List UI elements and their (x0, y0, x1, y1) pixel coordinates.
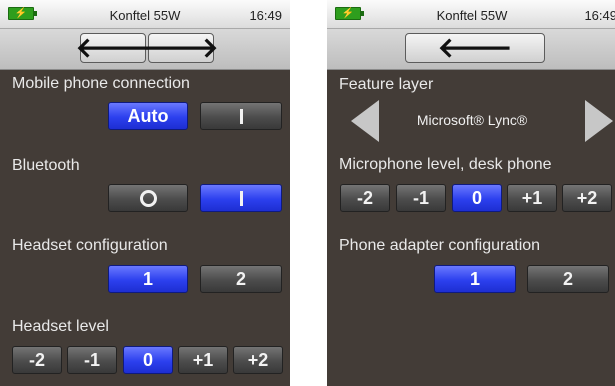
mic-level-button[interactable]: -2 (340, 184, 390, 212)
clock: 16:49 (584, 8, 615, 23)
headset-level-button-selected[interactable]: 0 (123, 346, 173, 374)
status-bar: ⚡ Konftel 55W 16:49 (0, 0, 290, 29)
device-title: Konftel 55W (436, 8, 508, 23)
mobile-on-button[interactable] (200, 102, 282, 130)
settings-screen-right: ⚡ Konftel 55W 16:49 🡐 Feature layer Micr… (327, 0, 615, 386)
nav-bar: 🡐 🡒 (0, 29, 290, 70)
bluetooth-on-button[interactable] (200, 184, 282, 212)
previous-feature-button[interactable] (351, 100, 379, 142)
adapter-config-label: Phone adapter configuration (339, 237, 541, 254)
headset-config-label: Headset configuration (12, 237, 168, 254)
adapter-config-option-2[interactable]: 2 (527, 265, 609, 293)
back-button[interactable]: 🡐 (75, 33, 151, 63)
next-feature-button[interactable] (585, 100, 613, 142)
nav-bar: 🡐 (327, 29, 615, 70)
mic-level-label: Microphone level, desk phone (339, 156, 552, 173)
headset-config-option-2[interactable]: 2 (200, 265, 282, 293)
headset-level-button[interactable]: +2 (233, 346, 283, 374)
off-circle-icon (139, 189, 157, 207)
bluetooth-label: Bluetooth (12, 157, 80, 174)
clock: 16:49 (249, 8, 282, 23)
headset-level-label: Headset level (12, 318, 109, 335)
mic-level-button[interactable]: +1 (507, 184, 557, 212)
back-button[interactable]: 🡐 (405, 33, 545, 63)
mobile-auto-button[interactable]: Auto (108, 102, 188, 130)
device-title: Konftel 55W (109, 8, 181, 23)
on-bar-icon (239, 190, 243, 206)
on-bar-icon (239, 108, 243, 124)
status-bar: ⚡ Konftel 55W 16:49 (327, 0, 615, 29)
arrow-left-icon: 🡐 (75, 32, 151, 63)
headset-level-button[interactable]: -2 (12, 346, 62, 374)
feature-layer-label: Feature layer (339, 76, 434, 93)
settings-screen-left: ⚡ Konftel 55W 16:49 🡐 🡒 Mobile phone con… (0, 0, 290, 386)
feature-layer-value: Microsoft® Lync® (416, 112, 528, 128)
arrow-right-icon: 🡒 (143, 32, 219, 63)
bluetooth-off-button[interactable] (108, 184, 188, 212)
arrow-left-icon: 🡐 (437, 32, 513, 63)
headset-level-button[interactable]: +1 (178, 346, 228, 374)
forward-button[interactable]: 🡒 (143, 33, 219, 63)
mobile-connection-label: Mobile phone connection (12, 75, 190, 92)
mic-level-button[interactable]: -1 (396, 184, 446, 212)
headset-level-button[interactable]: -1 (67, 346, 117, 374)
adapter-config-option-1[interactable]: 1 (434, 265, 516, 293)
mic-level-button[interactable]: +2 (562, 184, 612, 212)
headset-config-option-1[interactable]: 1 (108, 265, 188, 293)
mic-level-button-selected[interactable]: 0 (452, 184, 502, 212)
